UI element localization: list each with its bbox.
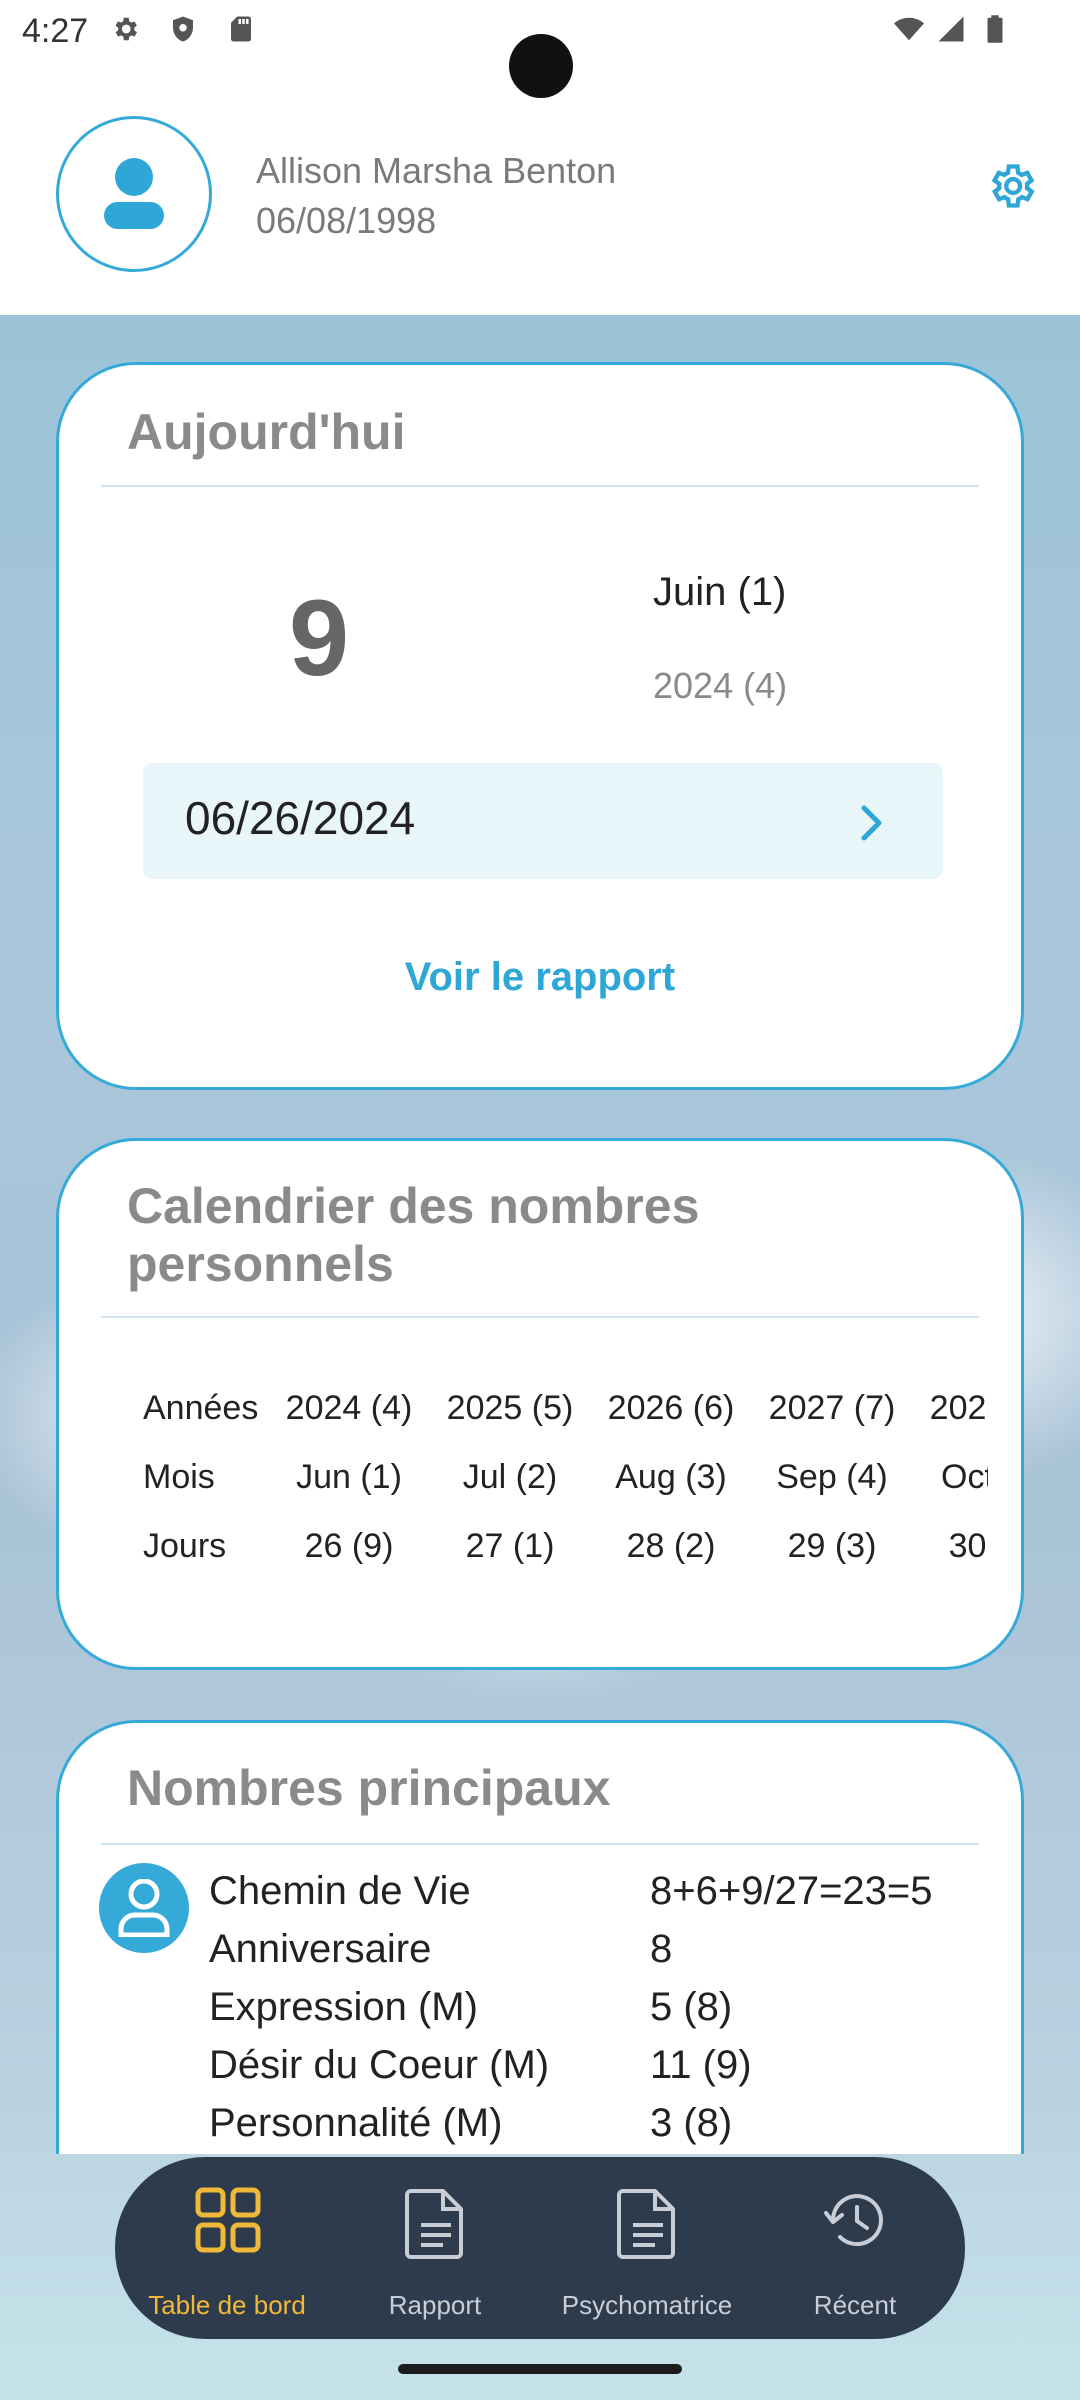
main-numbers-card: Nombres principaux Chemin de Vie 8+6+9/2… <box>56 1720 1024 2154</box>
sd-card-status-icon <box>231 16 251 42</box>
main-numbers-title: Nombres principaux <box>127 1760 611 1816</box>
wifi-icon <box>894 17 924 41</box>
number-value: 8+6+9/27=23=5 <box>650 1869 933 1913</box>
battery-icon <box>987 15 1003 43</box>
status-time: 4:27 <box>22 12 89 50</box>
nav-label: Table de bord <box>148 2290 306 2320</box>
nav-item-report[interactable]: Rapport <box>335 2157 535 2339</box>
person-avatar <box>99 1863 189 1953</box>
document-icon <box>617 2189 675 2259</box>
settings-status-icon <box>115 17 137 41</box>
history-icon <box>824 2194 883 2247</box>
number-label: Personnalité (M) <box>209 2101 503 2145</box>
person-icon <box>104 158 164 229</box>
nav-label: Psychomatrice <box>561 2290 733 2320</box>
nav-label: Rapport <box>388 2290 482 2320</box>
numbers-scroll-area: Nombres principaux Chemin de Vie 8+6+9/2… <box>0 0 1080 2154</box>
nav-item-recent[interactable]: Récent <box>755 2157 955 2339</box>
number-label: Désir du Coeur (M) <box>209 2043 550 2087</box>
document-icon <box>405 2189 463 2259</box>
number-value: 5 (8) <box>650 1985 733 2029</box>
gesture-home-bar[interactable] <box>398 2364 682 2374</box>
number-value: 11 (9) <box>650 2043 752 2087</box>
person-icon <box>118 1879 170 1937</box>
grid-icon <box>195 2187 261 2253</box>
nav-label: Récent <box>813 2290 897 2320</box>
profile-header: Allison Marsha Benton 06/08/1998 <box>0 64 1080 315</box>
signal-icon <box>938 16 964 42</box>
bottom-nav: Table de bord Rapport Psychomatrice Réce… <box>115 2157 965 2339</box>
profile-name: Allison Marsha Benton <box>256 150 617 191</box>
profile-birthdate: 06/08/1998 <box>256 200 437 241</box>
avatar[interactable] <box>56 116 212 272</box>
nav-item-dashboard[interactable]: Table de bord <box>127 2157 327 2339</box>
nav-item-psychomatrix[interactable]: Psychomatrice <box>547 2157 747 2339</box>
gear-icon[interactable] <box>985 160 1037 212</box>
number-label: Chemin de Vie <box>209 1869 471 1913</box>
number-value: 8 <box>650 1927 673 1971</box>
number-label: Anniversaire <box>209 1927 432 1971</box>
number-value: 3 (8) <box>650 2101 733 2145</box>
shield-status-icon <box>173 16 193 42</box>
divider <box>101 1843 979 1845</box>
camera-cutout <box>509 34 573 98</box>
number-label: Expression (M) <box>209 1985 478 2029</box>
